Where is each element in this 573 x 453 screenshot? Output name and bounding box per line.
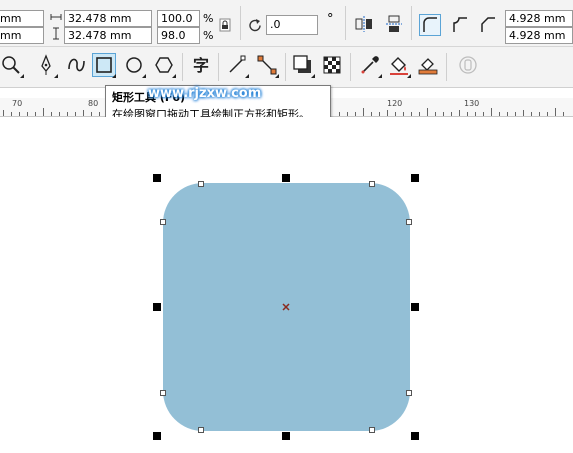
rotation-field[interactable]: .0 bbox=[266, 15, 318, 35]
selection-handle-bottom-right[interactable] bbox=[411, 432, 419, 440]
height-field[interactable]: 32.478 mm bbox=[64, 27, 152, 44]
flyout-arrow bbox=[142, 74, 146, 78]
chamfer-corner-icon[interactable] bbox=[477, 14, 499, 36]
separator bbox=[285, 53, 286, 81]
curve-icon[interactable] bbox=[64, 53, 88, 77]
transparency-icon[interactable] bbox=[320, 53, 344, 77]
separator bbox=[350, 53, 351, 81]
ruler-label: 130 bbox=[464, 99, 480, 108]
round-corner-icon[interactable] bbox=[419, 14, 441, 36]
percent-label-x: % bbox=[203, 12, 214, 25]
corner-node[interactable] bbox=[369, 427, 375, 433]
selection-handle-right[interactable] bbox=[411, 303, 419, 311]
flyout-arrow bbox=[311, 74, 315, 78]
selection-handle-bottom-left[interactable] bbox=[153, 432, 161, 440]
flyout-arrow bbox=[407, 74, 411, 78]
separator bbox=[182, 53, 183, 81]
rotate-icon bbox=[249, 19, 261, 32]
center-marker-icon[interactable] bbox=[282, 303, 290, 311]
corner-node[interactable] bbox=[406, 219, 412, 225]
ruler-label: 80 bbox=[88, 99, 99, 108]
toolbox: 字 bbox=[0, 47, 573, 88]
scale-y-field[interactable]: 98.0 bbox=[157, 27, 200, 44]
selection-handle-left[interactable] bbox=[153, 303, 161, 311]
x-position-field[interactable]: mm bbox=[0, 10, 44, 27]
property-bar: mm mm 32.478 mm 32.478 mm 100.0 98.0 % %… bbox=[0, 0, 573, 47]
separator bbox=[446, 53, 447, 81]
width-arrow-icon bbox=[50, 14, 62, 20]
corner-radius-bottom-field[interactable]: 4.928 mm bbox=[505, 27, 573, 44]
corner-node[interactable] bbox=[406, 390, 412, 396]
svg-text:字: 字 bbox=[193, 56, 209, 75]
corner-radius-top-field[interactable]: 4.928 mm bbox=[505, 10, 573, 27]
rectangle-icon bbox=[96, 57, 112, 73]
flyout-arrow bbox=[378, 74, 382, 78]
flyout-arrow bbox=[275, 74, 279, 78]
smart-fill-icon[interactable] bbox=[416, 53, 440, 77]
mirror-horizontal-icon[interactable] bbox=[353, 13, 375, 35]
selection-handle-bottom[interactable] bbox=[282, 432, 290, 440]
separator bbox=[240, 6, 241, 40]
flyout-arrow bbox=[112, 74, 116, 78]
scallop-corner-icon[interactable] bbox=[449, 14, 471, 36]
separator bbox=[218, 53, 219, 81]
flyout-arrow bbox=[54, 74, 58, 78]
ruler-label: 70 bbox=[12, 99, 23, 108]
flyout-arrow bbox=[172, 74, 176, 78]
selection-handle-top-right[interactable] bbox=[411, 174, 419, 182]
corner-node[interactable] bbox=[160, 219, 166, 225]
percent-label-y: % bbox=[203, 29, 214, 42]
scale-x-field[interactable]: 100.0 bbox=[157, 10, 200, 27]
flyout-arrow bbox=[20, 74, 24, 78]
width-field[interactable]: 32.478 mm bbox=[64, 10, 152, 27]
degree-label: ° bbox=[327, 12, 334, 27]
watermark: www.rjzxw.com bbox=[148, 86, 262, 101]
lens-icon[interactable] bbox=[456, 53, 480, 77]
flyout-arrow bbox=[245, 74, 249, 78]
corner-node[interactable] bbox=[198, 181, 204, 187]
separator bbox=[411, 6, 412, 40]
selection-handle-top-left[interactable] bbox=[153, 174, 161, 182]
corner-node[interactable] bbox=[198, 427, 204, 433]
height-arrow-icon bbox=[53, 27, 59, 40]
corner-node[interactable] bbox=[160, 390, 166, 396]
text-icon[interactable]: 字 bbox=[189, 53, 213, 77]
corner-node[interactable] bbox=[369, 181, 375, 187]
y-position-field[interactable]: mm bbox=[0, 27, 44, 44]
lock-icon[interactable] bbox=[219, 18, 231, 32]
selection-handle-top[interactable] bbox=[282, 174, 290, 182]
mirror-vertical-icon[interactable] bbox=[383, 13, 405, 35]
separator bbox=[345, 6, 346, 40]
ruler-label: 120 bbox=[387, 99, 403, 108]
